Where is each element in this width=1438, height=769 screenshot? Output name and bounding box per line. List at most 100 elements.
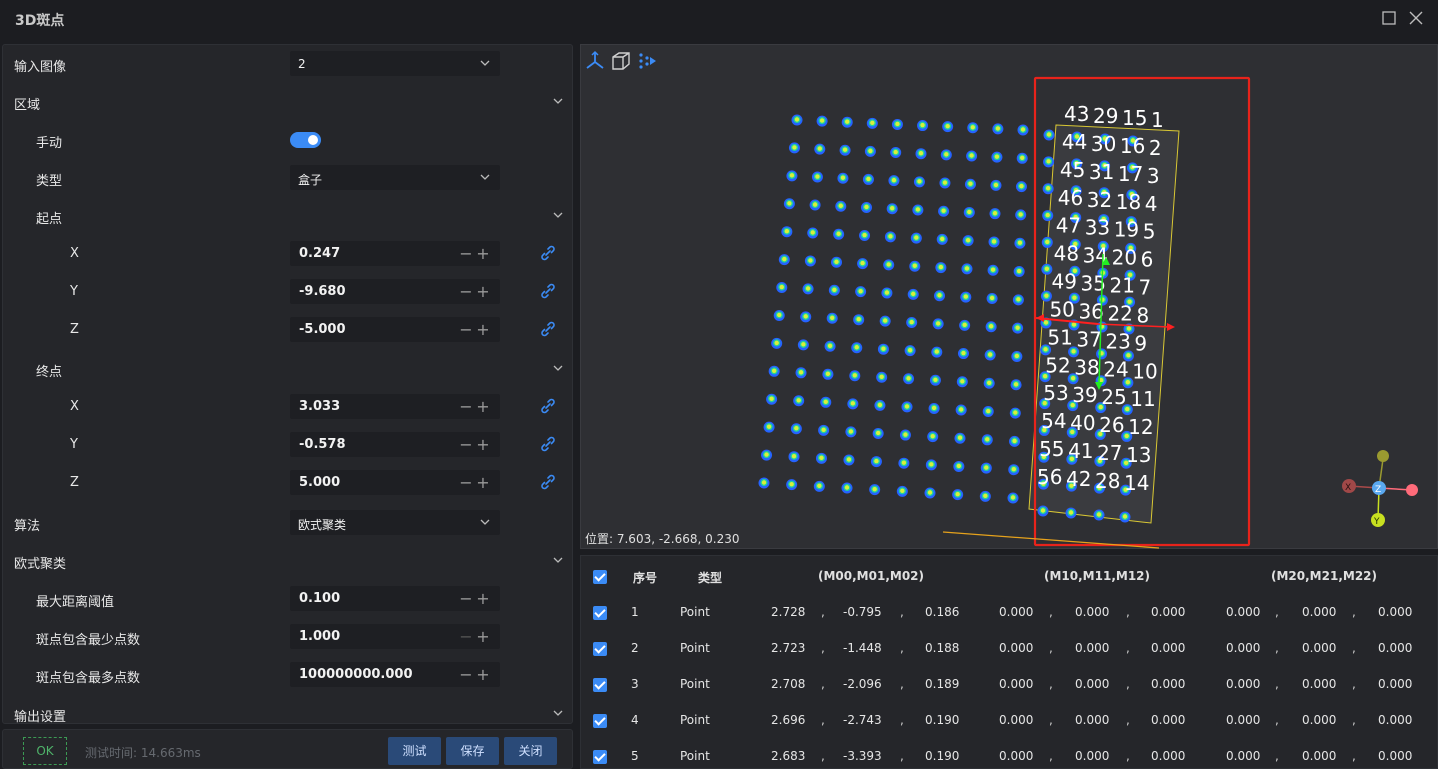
row-checkbox[interactable]: [593, 606, 607, 620]
max-dist-input[interactable]: 0.100 − +: [290, 586, 500, 611]
region-section[interactable]: 区域: [3, 83, 572, 121]
decrement-button[interactable]: −: [459, 435, 473, 454]
decrement-button[interactable]: −: [459, 397, 473, 416]
increment-button[interactable]: +: [476, 397, 490, 416]
min-points-input[interactable]: 1.000 − +: [290, 624, 500, 649]
end-z-input[interactable]: 5.000 − +: [290, 470, 500, 495]
end-x-label: X: [70, 399, 79, 414]
save-button[interactable]: 保存: [446, 737, 499, 765]
row-checkbox[interactable]: [593, 750, 607, 764]
blob-dot-core: [792, 145, 797, 150]
link-icon[interactable]: [539, 397, 557, 415]
header-m2: (M20,M21,M22): [1271, 569, 1378, 583]
row-checkbox[interactable]: [593, 642, 607, 656]
link-icon[interactable]: [539, 320, 557, 338]
decrement-button[interactable]: −: [459, 473, 473, 492]
blob-dot-core: [1020, 155, 1025, 161]
blob-label: 48: [1054, 242, 1079, 266]
type-select[interactable]: 盒子: [290, 165, 500, 190]
blob-dot-core: [1013, 410, 1018, 415]
blob-dot-core: [911, 291, 916, 297]
start-section[interactable]: 起点: [3, 197, 572, 235]
manual-toggle[interactable]: [290, 132, 321, 148]
blob-dot-core: [874, 458, 879, 464]
max-points-input[interactable]: 100000000.000 − +: [290, 662, 500, 687]
table-row[interactable]: 2 Point 2.723 -1.448 0.188 0.000 0.000 0.000 0.0…: [581, 630, 1437, 666]
close-icon[interactable]: [1407, 10, 1425, 28]
cell-value: -2.743: [843, 713, 882, 727]
axes-icon[interactable]: [583, 49, 607, 73]
blob-dot-core: [956, 463, 962, 469]
chevron-down-icon[interactable]: [550, 93, 566, 109]
box-view-icon[interactable]: [609, 49, 633, 73]
test-button[interactable]: 测试: [388, 737, 441, 765]
chevron-down-icon[interactable]: [550, 360, 566, 376]
chevron-down-icon[interactable]: [550, 705, 566, 721]
separator: ,: [1275, 749, 1279, 763]
chevron-down-icon[interactable]: [550, 552, 566, 568]
decrement-button[interactable]: −: [459, 589, 473, 608]
increment-button[interactable]: +: [476, 473, 490, 492]
table-row[interactable]: 5 Point 2.683 -3.393 0.190 0.000 0.000 0.000 0.0…: [581, 738, 1437, 768]
algorithm-select[interactable]: 欧式聚类: [290, 510, 500, 535]
blob-dot-core: [864, 204, 869, 210]
increment-button[interactable]: +: [476, 627, 490, 646]
table-row[interactable]: 1 Point 2.728 -0.795 0.186 0.000 0.000 0.000 0.0…: [581, 594, 1437, 630]
blob-dot-core: [955, 491, 960, 497]
decrement-button[interactable]: −: [459, 627, 473, 646]
blob-label: 12: [1128, 415, 1153, 439]
output-section[interactable]: 输出设置: [3, 695, 572, 723]
close-button[interactable]: 关闭: [504, 737, 557, 765]
increment-button[interactable]: +: [476, 589, 490, 608]
link-icon[interactable]: [539, 244, 557, 262]
start-z-input[interactable]: -5.000 − +: [290, 317, 500, 342]
3d-viewer[interactable]: 43 29 15 1 44 30 16 2 45 31 17 3 46 32 18 4 47 33 19 5 48 34 2…: [580, 44, 1438, 549]
link-icon[interactable]: [539, 473, 557, 491]
orient-y-label: Y: [1373, 517, 1380, 527]
separator: ,: [1275, 713, 1279, 727]
end-y-input[interactable]: -0.578 − +: [290, 432, 500, 457]
increment-button[interactable]: +: [476, 282, 490, 301]
row-checkbox[interactable]: [593, 678, 607, 692]
blob-label: 2: [1149, 136, 1162, 160]
decrement-button[interactable]: −: [459, 320, 473, 339]
table-row[interactable]: 4 Point 2.696 -2.743 0.190 0.000 0.000 0.000 0.0…: [581, 702, 1437, 738]
title-bar: 3D斑点: [0, 0, 1438, 40]
blob-dot-core: [938, 264, 944, 270]
decrement-button[interactable]: −: [459, 244, 473, 263]
blob-dot-core: [935, 321, 941, 326]
start-y-input[interactable]: -9.680 − +: [290, 279, 500, 304]
chevron-down-icon[interactable]: [550, 207, 566, 223]
increment-button[interactable]: +: [476, 320, 490, 339]
maximize-icon[interactable]: [1380, 10, 1398, 28]
blob-dot-core: [794, 426, 799, 431]
separator: ,: [900, 713, 904, 727]
increment-button[interactable]: +: [476, 244, 490, 263]
row-checkbox[interactable]: [593, 714, 607, 728]
table-row[interactable]: 3 Point 2.708 -2.096 0.189 0.000 0.000 0.000 0.0…: [581, 666, 1437, 702]
blob-dot-core: [918, 150, 924, 156]
decrement-button[interactable]: −: [459, 282, 473, 301]
blob-dot-core: [860, 260, 865, 266]
end-x-input[interactable]: 3.033 − +: [290, 394, 500, 419]
point-cloud-canvas[interactable]: 43 29 15 144 30 16 245 31 17 346 32 18 447 33 19 548 34 2…: [581, 45, 1438, 550]
link-icon[interactable]: [539, 282, 557, 300]
select-points-icon[interactable]: [636, 49, 660, 73]
euclid-section[interactable]: 欧式聚类: [3, 542, 572, 580]
increment-button[interactable]: +: [476, 665, 490, 684]
cell-value: 0.000: [1226, 641, 1261, 655]
link-icon[interactable]: [539, 435, 557, 453]
blob-dot-core: [1043, 320, 1049, 325]
end-section[interactable]: 终点: [3, 350, 572, 388]
blob-dot-core: [791, 454, 797, 459]
blob-dot-core: [812, 202, 818, 207]
chevron-down-icon: [480, 174, 490, 180]
cell-index: 2: [631, 641, 639, 655]
blob-dot-core: [893, 149, 898, 155]
input-image-select[interactable]: 2: [290, 51, 500, 76]
increment-button[interactable]: +: [476, 435, 490, 454]
blob-dot-core: [821, 427, 826, 433]
decrement-button[interactable]: −: [459, 665, 473, 684]
start-x-input[interactable]: 0.247 − +: [290, 241, 500, 266]
select-all-checkbox[interactable]: [593, 570, 607, 584]
